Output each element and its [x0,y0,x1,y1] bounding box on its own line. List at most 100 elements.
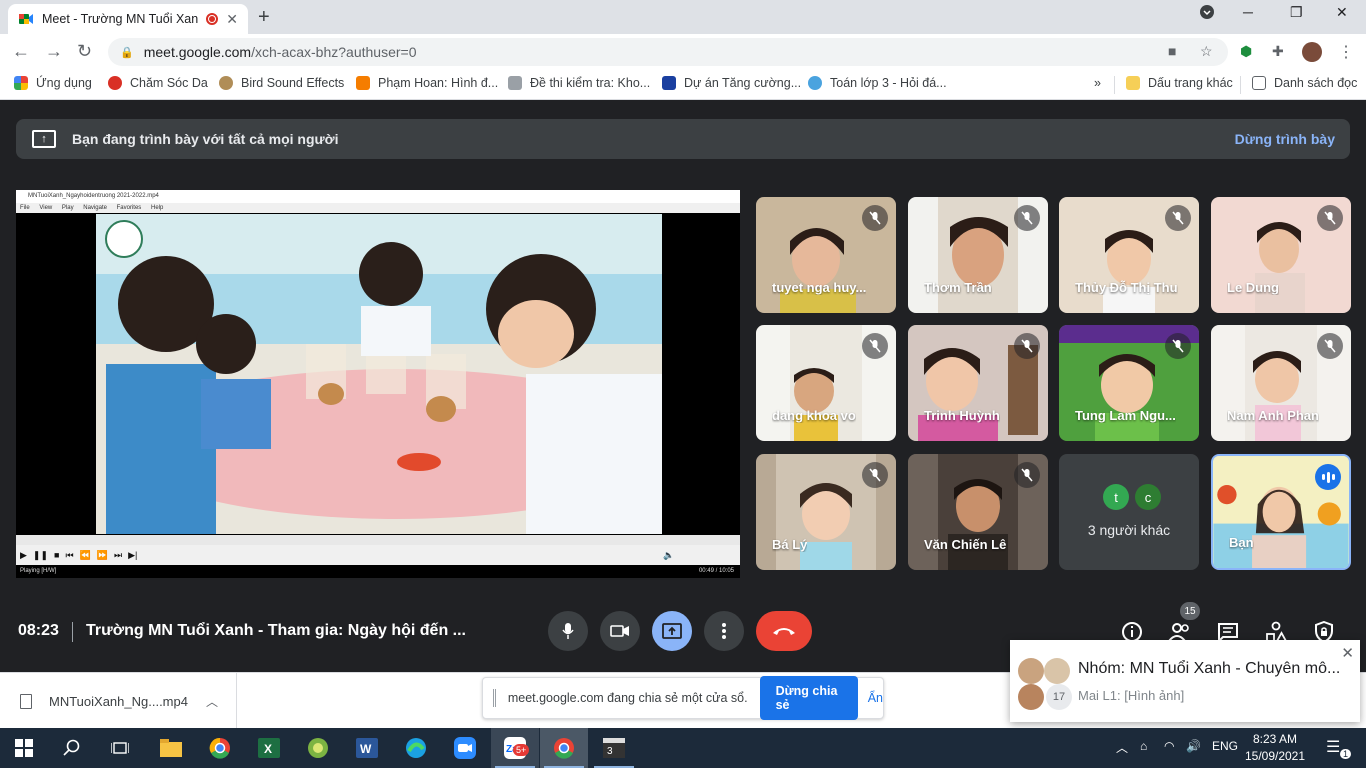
chrome-icon [550,734,578,762]
mic-off-icon [862,333,888,359]
system-clock[interactable]: 8:23 AM 15/09/2021 [1240,731,1310,765]
edge-icon[interactable] [402,734,430,762]
chrome-taskbar-item[interactable] [540,728,588,768]
tab-meet[interactable]: Meet - Trường MN Tuổi Xanh ✕ [8,4,248,34]
presenting-banner: ↑ Bạn đang trình bày với tất cả mọi ngườ… [16,119,1350,159]
bookmark-label: Đề thi kiểm tra: Kho... [530,76,651,90]
participant-tile[interactable]: Bá Lý [756,454,896,570]
bookmark-other[interactable]: Dấu trang khác [1126,76,1233,90]
participant-tile[interactable]: Tung Lam Ngu... [1059,325,1199,441]
participant-tile[interactable]: Nam Anh Phan [1211,325,1351,441]
shield-extension-icon[interactable]: ⬢ [1240,43,1252,60]
network-icon[interactable]: ⌂ [1140,739,1147,753]
show-hidden-icons-icon[interactable]: ︿ [1116,739,1128,756]
hide-button[interactable]: Ẩn [868,691,883,705]
frame-step-icon[interactable]: ▶| [128,550,137,561]
mic-icon [562,623,574,639]
volume-icon[interactable]: 🔈 [663,550,674,561]
volume-icon[interactable]: 🔊 [1186,739,1201,753]
action-center-icon[interactable]: ☰ [1326,737,1340,757]
stop-sharing-button[interactable]: Dừng chia sẻ [759,676,858,720]
bookmark-du-an[interactable]: Dự án Tăng cường... [662,76,801,90]
others-tile[interactable]: t c 3 người khác [1059,454,1199,570]
reload-icon[interactable]: ↻ [77,41,92,62]
minimize-icon[interactable]: ─ [1243,4,1253,20]
rewind-icon[interactable]: ⏪ [80,550,91,561]
chat-notification[interactable]: 17 Nhóm: MN Tuổi Xanh - Chuyên mô... Mai… [1010,640,1360,722]
participant-name: Bá Lý [772,537,808,552]
language-indicator[interactable]: ENG [1212,739,1238,753]
extensions-puzzle-icon[interactable]: ✚ [1272,43,1284,60]
close-icon[interactable]: ✕ [1341,644,1354,662]
reading-list[interactable]: Danh sách đọc [1252,76,1357,90]
chrome-icon[interactable] [206,734,234,762]
chevron-up-icon[interactable]: ︿ [206,693,218,710]
tab-close-icon[interactable]: ✕ [226,11,238,28]
media-player-taskbar-item[interactable]: 3 [590,728,638,768]
drag-handle[interactable] [493,689,496,707]
folder-icon [1126,76,1140,90]
zalo-taskbar-item[interactable]: Zalo 5+ [491,728,539,768]
present-now-button[interactable] [652,611,692,651]
address-bar[interactable]: 🔒 meet.google.com/xch-acax-bhz?authuser=… [108,38,1228,66]
word-icon[interactable]: W [353,734,381,762]
bookmark-toan-lop-3[interactable]: Toán lớp 3 - Hỏi đá... [808,76,947,90]
back-icon[interactable]: ← [12,41,30,62]
bookmark-pham-hoan[interactable]: Phạm Hoan: Hình đ... [356,76,498,90]
participant-name: dang khoa vo [772,408,856,423]
participant-name: Thủy Đỗ Thị Thu [1075,280,1178,295]
camera-in-use-icon[interactable]: ■ [1168,43,1176,59]
forward-icon[interactable]: → [45,41,63,62]
participant-tile[interactable]: Le Dung [1211,197,1351,313]
bookmark-bird-sound[interactable]: Bird Sound Effects [219,76,344,90]
notification-message: Mai L1: [Hình ảnh] [1078,688,1185,703]
player-menu-view: View [39,205,53,211]
player-seekbar[interactable] [16,535,740,545]
avatar [1018,684,1044,710]
pause-icon[interactable]: ❚❚ [33,550,48,561]
fast-forward-icon[interactable]: ⏩ [97,550,108,561]
zoom-icon[interactable] [451,734,479,762]
previous-icon[interactable]: ⏮ [65,550,73,561]
bookmark-star-icon[interactable]: ☆ [1200,43,1213,60]
clock-time: 8:23 AM [1252,732,1298,746]
search-icon[interactable] [58,734,86,762]
profile-avatar[interactable] [1302,42,1322,62]
browser-menu-icon[interactable]: ⋮ [1338,42,1354,62]
participant-tile[interactable]: dang khoa vo [756,325,896,441]
bookmark-apps[interactable]: Ứng dụng [14,76,92,90]
bookmark-cham-soc-da[interactable]: Chăm Sóc Da [108,76,208,90]
app-icon[interactable] [304,734,332,762]
maximize-icon[interactable]: ❐ [1290,4,1303,21]
close-window-icon[interactable]: ✕ [1336,4,1348,21]
self-tile[interactable]: Bạn [1211,454,1351,570]
others-label: 3 người khác [1087,522,1171,538]
wifi-icon[interactable]: ◠ [1164,739,1174,753]
stop-presenting-button[interactable]: Dừng trình bày [1235,131,1335,147]
mic-off-icon [1317,333,1343,359]
mic-off-icon [1165,333,1191,359]
tab-search-icon[interactable] [1199,4,1215,23]
windows-start-icon[interactable] [10,734,38,762]
participant-tile[interactable]: Thủy Đỗ Thị Thu [1059,197,1199,313]
participant-tile[interactable]: Thơm Trần [908,197,1048,313]
next-icon[interactable]: ⏭ [114,550,122,561]
stop-icon[interactable]: ■ [54,550,59,560]
participant-tile[interactable]: Trinh Huỳnh [908,325,1048,441]
mic-off-icon [1014,462,1040,488]
leave-call-button[interactable] [756,611,812,651]
mic-off-icon [862,462,888,488]
camera-button[interactable] [600,611,640,651]
mic-button[interactable] [548,611,588,651]
task-view-icon[interactable] [106,734,134,762]
bookmarks-overflow[interactable]: » [1094,76,1101,90]
participant-tile[interactable]: Văn Chiến Lê [908,454,1048,570]
excel-icon[interactable]: X [255,734,283,762]
file-explorer-icon[interactable] [157,734,185,762]
download-item[interactable]: MNTuoiXanh_Ng....mp4 ︿ [0,673,237,729]
participant-tile[interactable]: tuyet nga huy... [756,197,896,313]
new-tab-icon[interactable]: + [258,6,270,29]
bookmark-de-thi[interactable]: Đề thi kiểm tra: Kho... [508,76,650,90]
play-icon[interactable]: ▶ [20,550,27,561]
more-options-button[interactable] [704,611,744,651]
